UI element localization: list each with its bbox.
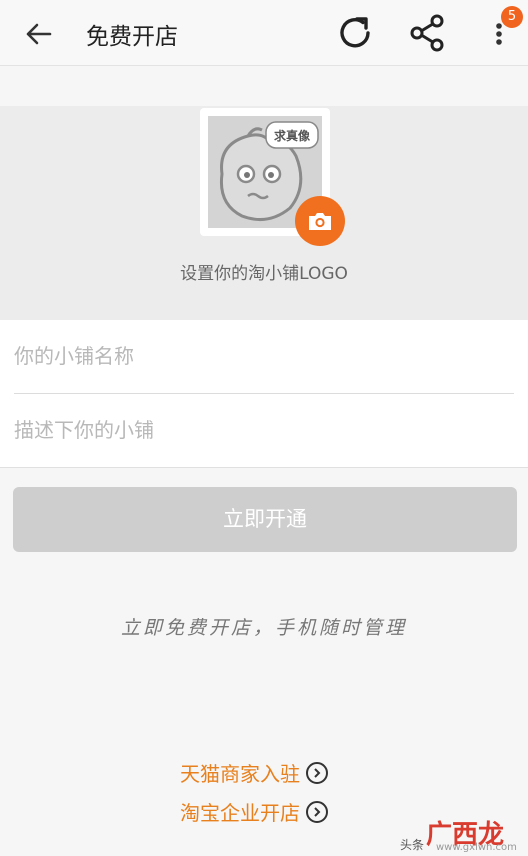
back-button[interactable] — [18, 14, 58, 54]
circle-arrow-icon — [306, 800, 328, 823]
tmall-merchant-label: 天猫商家入驻 — [180, 762, 300, 786]
tmall-merchant-link[interactable]: 天猫商家入驻 — [180, 758, 328, 787]
logo-label: 设置你的淘小铺LOGO — [180, 264, 348, 284]
refresh-icon — [340, 17, 370, 48]
back-arrow-icon — [26, 23, 52, 45]
share-icon — [410, 14, 444, 52]
circle-arrow-icon — [306, 761, 328, 784]
share-button[interactable] — [404, 10, 450, 56]
watermark-small-text: 头条 — [400, 838, 425, 852]
slogan-text: 立即免费开店，手机随时管理 — [120, 617, 407, 639]
watermark-url: www.gxlwn.com — [436, 842, 517, 853]
page-title: 免费开店 — [86, 24, 178, 50]
taobao-enterprise-link[interactable]: 淘宝企业开店 — [180, 797, 328, 826]
shop-name-input[interactable] — [14, 320, 514, 392]
watermark: 头条 广西龙网 www.gxlwn.com — [396, 812, 528, 856]
notification-badge: 5 — [501, 6, 523, 28]
open-now-button[interactable]: 立即开通 — [13, 487, 517, 552]
shop-description-input[interactable] — [14, 394, 514, 466]
taobao-enterprise-label: 淘宝企业开店 — [180, 801, 300, 825]
shop-form — [0, 320, 528, 468]
camera-icon — [309, 213, 331, 230]
refresh-button[interactable] — [332, 10, 378, 56]
camera-button[interactable] — [295, 196, 345, 246]
top-bar: 免费开店 5 — [0, 0, 528, 66]
logo-placeholder-caption: 求真像 — [274, 128, 311, 143]
